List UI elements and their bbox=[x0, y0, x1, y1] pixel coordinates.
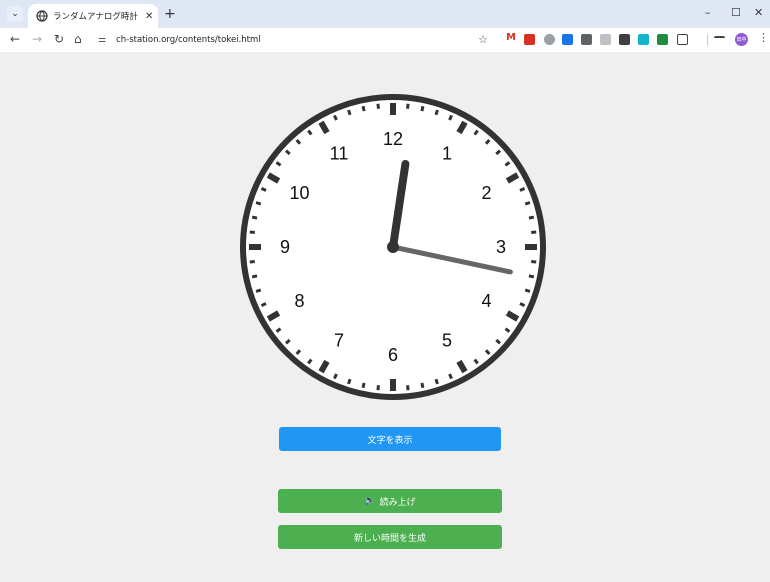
site-info-icon[interactable]: ⚌ bbox=[98, 35, 106, 45]
clock-number: 2 bbox=[482, 183, 492, 203]
minute-tick bbox=[528, 215, 535, 220]
clock-number: 3 bbox=[496, 237, 506, 257]
extension-icon[interactable] bbox=[638, 34, 649, 45]
browser-toolbar: ← → ↻ ⌂ ⚌ ch-station.org/contents/tokei.… bbox=[0, 28, 770, 52]
minute-tick bbox=[448, 373, 453, 380]
minute-tick bbox=[406, 385, 410, 391]
minute-tick bbox=[531, 260, 537, 264]
minute-tick bbox=[528, 274, 535, 279]
minute-tick bbox=[361, 105, 366, 112]
kebab-menu-icon[interactable]: ⋮ bbox=[758, 31, 769, 44]
minute-tick bbox=[255, 201, 262, 206]
tab-strip: ⌄ ランダムアナログ時計（中国語表示 ✕ + – ☐ ✕ bbox=[0, 0, 770, 28]
minute-tick bbox=[376, 103, 380, 109]
home-icon[interactable]: ⌂ bbox=[74, 32, 82, 46]
profile-initials: 田中 bbox=[736, 37, 747, 43]
tab-search-button[interactable]: ⌄ bbox=[7, 6, 23, 22]
clock-number: 8 bbox=[294, 291, 304, 311]
bookmark-star-icon[interactable]: ☆ bbox=[478, 33, 488, 46]
minute-tick bbox=[249, 260, 255, 264]
extension-icon[interactable] bbox=[657, 34, 668, 45]
window-close-icon[interactable]: ✕ bbox=[754, 6, 763, 19]
reading-list-icon[interactable] bbox=[714, 36, 725, 44]
clock-number: 6 bbox=[388, 345, 398, 365]
minute-tick bbox=[333, 114, 338, 121]
minute-tick bbox=[361, 382, 366, 389]
read-aloud-button[interactable]: 🔈 読み上げ bbox=[278, 489, 502, 513]
minute-tick bbox=[420, 382, 425, 389]
new-time-button[interactable]: 新しい時間を生成 bbox=[278, 525, 502, 549]
minute-tick bbox=[420, 105, 425, 112]
minute-tick bbox=[251, 274, 258, 279]
maximize-icon[interactable]: ☐ bbox=[731, 6, 741, 19]
clock-number: 11 bbox=[330, 143, 349, 163]
minute-tick bbox=[376, 385, 380, 391]
clock-number: 9 bbox=[280, 237, 290, 257]
page-content: 12 1 2 3 4 5 6 7 8 9 10 11 文字を表示 🔈 読み上げ 新しい時間を生成 bbox=[6, 52, 764, 582]
extension-icon[interactable] bbox=[562, 34, 573, 45]
address-bar[interactable]: ⚌ ch-station.org/contents/tokei.html ☆ bbox=[92, 31, 496, 49]
puzzle-icon[interactable] bbox=[677, 34, 688, 45]
globe-icon bbox=[36, 10, 48, 22]
minute-tick bbox=[434, 378, 439, 385]
minimize-icon[interactable]: – bbox=[705, 6, 711, 19]
clock-number: 5 bbox=[442, 331, 452, 351]
minute-tick bbox=[333, 373, 338, 380]
minute-tick bbox=[434, 109, 439, 116]
url-text: ch-station.org/contents/tokei.html bbox=[116, 35, 261, 45]
minute-tick bbox=[249, 230, 255, 234]
profile-avatar[interactable]: 田中 bbox=[735, 33, 748, 46]
minute-tick bbox=[519, 187, 526, 192]
clock-number: 4 bbox=[482, 291, 492, 311]
clock-number: 7 bbox=[334, 331, 344, 351]
analog-clock: 121234567891011 bbox=[240, 94, 546, 400]
minute-tick bbox=[347, 109, 352, 116]
chevron-down-icon: ⌄ bbox=[11, 9, 19, 19]
minute-tick bbox=[524, 201, 531, 206]
extension-icon[interactable] bbox=[600, 34, 611, 45]
close-icon[interactable]: ✕ bbox=[145, 11, 153, 22]
minute-tick bbox=[406, 103, 410, 109]
minute-tick bbox=[255, 288, 262, 293]
chat-icon[interactable] bbox=[544, 34, 555, 45]
minute-tick bbox=[519, 302, 526, 307]
minute-tick bbox=[260, 302, 267, 307]
gmail-icon[interactable]: M bbox=[506, 32, 517, 43]
extension-icon[interactable] bbox=[619, 34, 630, 45]
show-text-button[interactable]: 文字を表示 bbox=[279, 427, 501, 451]
back-icon[interactable]: ← bbox=[10, 32, 20, 46]
calendar-icon[interactable] bbox=[524, 34, 535, 45]
forward-icon[interactable]: → bbox=[32, 32, 42, 46]
tab-active[interactable]: ランダムアナログ時計（中国語表示 ✕ bbox=[28, 4, 158, 28]
minute-tick bbox=[260, 187, 267, 192]
read-aloud-label: 読み上げ bbox=[379, 497, 416, 508]
minute-tick bbox=[524, 288, 531, 293]
speaker-icon: 🔈 bbox=[364, 496, 376, 506]
clock-number: 10 bbox=[289, 183, 309, 203]
clock-center bbox=[387, 241, 399, 253]
clock-number: 12 bbox=[383, 129, 403, 149]
new-tab-button[interactable]: + bbox=[164, 6, 176, 22]
reload-icon[interactable]: ↻ bbox=[54, 32, 64, 46]
minute-tick bbox=[251, 215, 258, 220]
minute-tick bbox=[448, 114, 453, 121]
clock-number: 1 bbox=[442, 143, 452, 163]
minute-tick bbox=[347, 378, 352, 385]
minute-tick bbox=[531, 230, 537, 234]
tab-title: ランダムアナログ時計（中国語表示 bbox=[53, 12, 141, 22]
toolbar-divider bbox=[707, 34, 708, 46]
extension-icon[interactable] bbox=[581, 34, 592, 45]
